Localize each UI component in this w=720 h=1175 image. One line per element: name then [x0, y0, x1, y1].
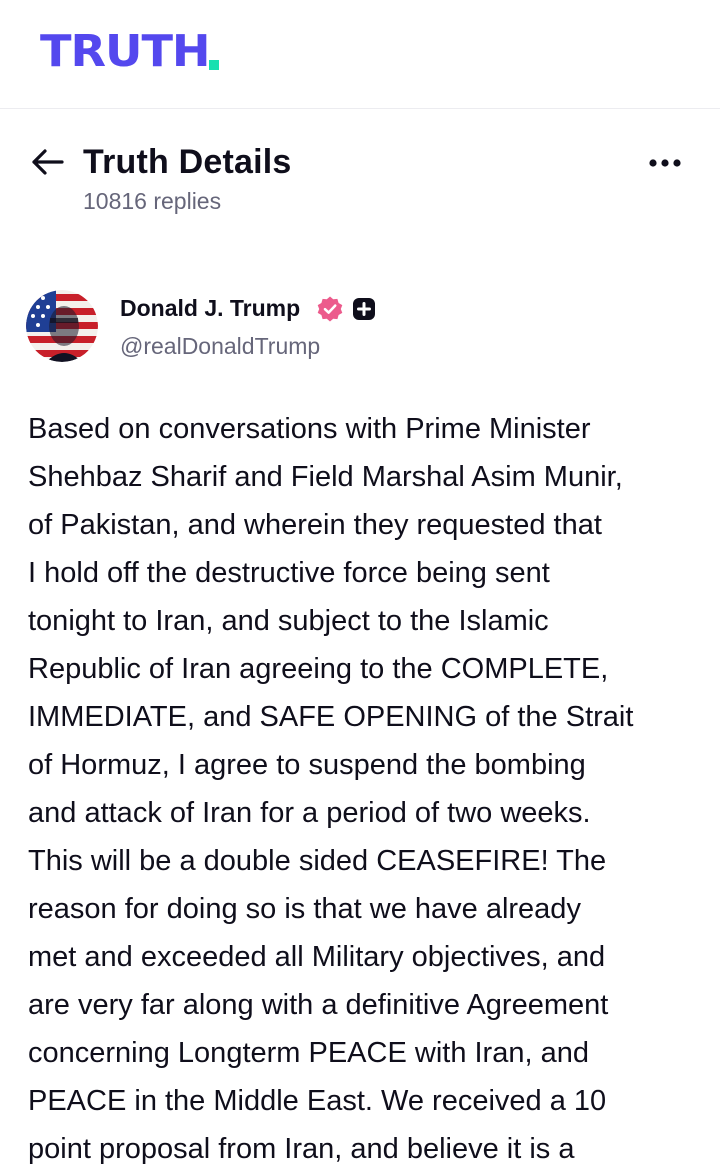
post-text-line: of Hormuz, I agree to suspend the bombin… — [28, 749, 586, 781]
post-author: Donald J. Trump @realDonaldTrump — [26, 290, 706, 364]
post-text-line: met and exceeded all Military objectives… — [28, 941, 606, 973]
verified-badge-icon — [317, 296, 343, 322]
avatar-image — [26, 290, 98, 362]
post-text-line: PEACE in the Middle East. We received a … — [28, 1085, 607, 1117]
more-horizontal-icon — [649, 159, 681, 167]
post-text-line: reason for doing so is that we have alre… — [28, 893, 581, 925]
plus-badge-icon — [353, 298, 375, 320]
post-text-line: IMMEDIATE, and SAFE OPENING of the Strai… — [28, 701, 634, 733]
logo-wordmark: TRUTH — [40, 26, 211, 77]
author-display-name[interactable]: Donald J. Trump — [120, 292, 300, 324]
post-text-line: This will be a double sided CEASEFIRE! T… — [28, 845, 607, 877]
post-text-line: and attack of Iran for a period of two w… — [28, 797, 591, 829]
arrow-left-icon — [32, 149, 64, 175]
page-header: Truth Details 10816 replies — [0, 140, 720, 220]
post-text-line: Shehbaz Sharif and Field Marshal Asim Mu… — [28, 461, 623, 493]
post-text-line: point proposal from Iran, and believe it… — [28, 1133, 575, 1165]
truth-logo[interactable]: TRUTH — [40, 26, 220, 77]
post-text-line: tonight to Iran, and subject to the Isla… — [28, 605, 549, 637]
author-handle[interactable]: @realDonaldTrump — [120, 330, 320, 362]
post-text-line: concerning Longterm PEACE with Iran, and — [28, 1037, 589, 1069]
post-text: Based on conversations with Prime Minist… — [28, 405, 708, 1173]
post-text-line: Based on conversations with Prime Minist… — [28, 413, 591, 445]
avatar[interactable] — [26, 290, 98, 362]
logo-dot — [209, 60, 220, 70]
top-bar: TRUTH — [0, 0, 720, 109]
more-options-button[interactable] — [645, 148, 685, 178]
post-text-line: Republic of Iran agreeing to the COMPLET… — [28, 653, 609, 685]
post-text-line: of Pakistan, and wherein they requested … — [28, 509, 602, 541]
page-title: Truth Details — [83, 143, 292, 181]
post-text-line: I hold off the destructive force being s… — [28, 557, 550, 589]
post-text-line: are very far along with a definitive Agr… — [28, 989, 609, 1021]
back-button[interactable] — [30, 146, 66, 178]
reply-count: 10816 replies — [83, 188, 222, 214]
